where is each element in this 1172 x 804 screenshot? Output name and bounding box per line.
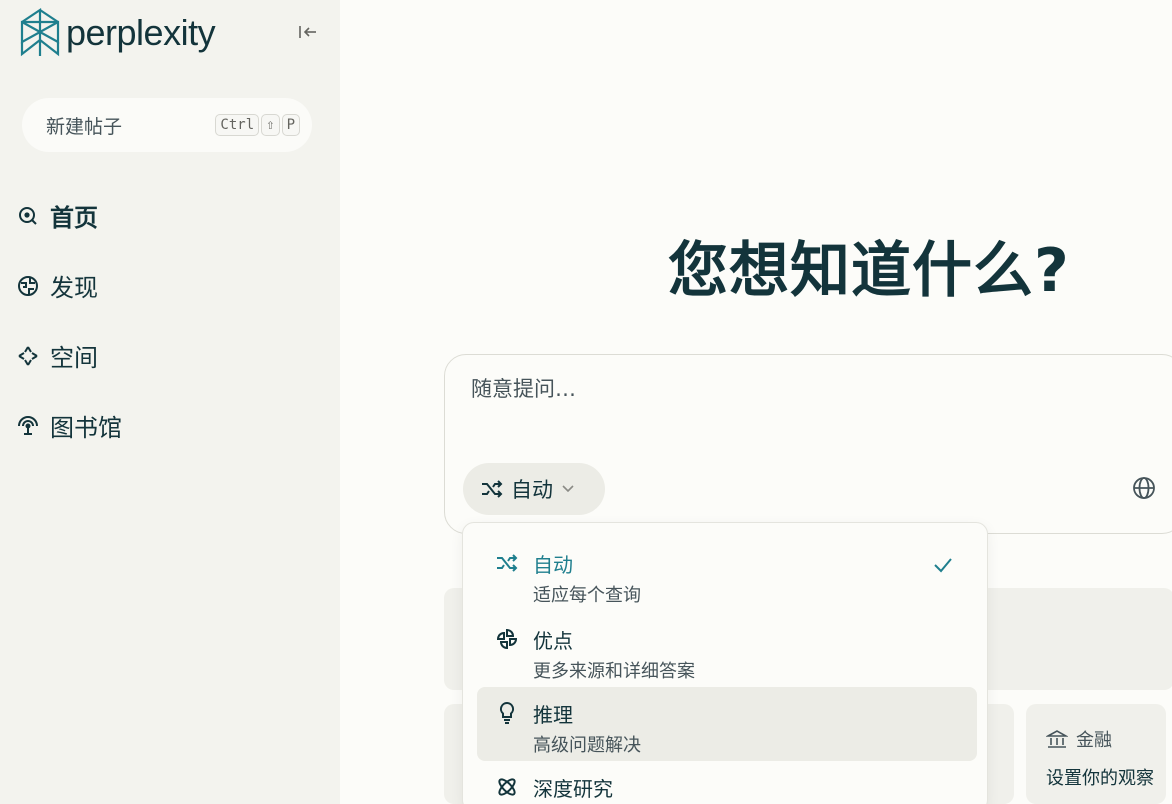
shortcut-key-ctrl: Ctrl — [215, 114, 260, 136]
shortcut-key-p: P — [281, 114, 300, 136]
pro-icon — [496, 628, 518, 650]
sidebar-item-label: 图书馆 — [50, 414, 122, 442]
mode-option-desc: 更多来源和详细答案 — [533, 661, 695, 682]
sidebar: perplexity 新建帖子 Ctrl ⇧ P 首页 发现 空间 图书馆 — [0, 0, 340, 804]
finance-card-subtitle: 设置你的观察 — [1046, 768, 1154, 789]
mode-option-deep-research[interactable]: 深度研究 — [477, 761, 977, 804]
search-circle-icon — [19, 206, 37, 225]
mode-menu: 自动 适应每个查询 优点 更多来源和详细答案 推理 高级问题解决 深度研究 — [462, 522, 988, 804]
search-input[interactable] — [471, 377, 1071, 401]
perplexity-logo-icon — [20, 8, 60, 57]
mode-option-desc: 高级问题解决 — [533, 735, 641, 756]
finance-card[interactable]: 金融 设置你的观察 — [1026, 704, 1166, 804]
globe-icon — [18, 275, 38, 296]
shuffle-icon — [482, 480, 503, 498]
mode-option-title: 推理 — [533, 703, 573, 727]
sidebar-item-discover[interactable]: 发现 — [16, 268, 98, 303]
mode-selector-label: 自动 — [511, 478, 553, 502]
sparkle-grid-icon — [18, 345, 38, 366]
finance-card-label: 金融 — [1076, 730, 1112, 751]
mode-option-title: 深度研究 — [533, 777, 613, 801]
brand-name: perplexity — [66, 12, 216, 53]
mode-option-title: 自动 — [533, 553, 573, 577]
collapse-sidebar-button[interactable] — [294, 18, 322, 46]
check-icon — [934, 558, 952, 573]
sidebar-item-label: 空间 — [50, 344, 98, 372]
collapse-icon — [299, 26, 316, 38]
library-icon — [18, 415, 38, 435]
new-thread-label: 新建帖子 — [46, 115, 123, 138]
shortcut-hint: Ctrl ⇧ P — [215, 114, 300, 136]
atom-icon — [498, 778, 516, 796]
sidebar-item-home[interactable]: 首页 — [16, 198, 98, 233]
search-box: 自动 — [444, 354, 1172, 534]
mode-option-reasoning[interactable]: 推理 高级问题解决 — [477, 687, 977, 761]
sidebar-item-label: 首页 — [50, 204, 98, 232]
mode-option-title: 优点 — [533, 629, 573, 653]
shuffle-icon — [497, 554, 518, 572]
globe-icon — [1133, 477, 1155, 499]
mode-option-desc: 适应每个查询 — [533, 585, 641, 606]
mode-option-pro[interactable]: 优点 更多来源和详细答案 — [477, 613, 977, 687]
lightbulb-icon — [499, 701, 515, 724]
page-title: 您想知道什么? — [668, 236, 1070, 306]
shortcut-key-shift: ⇧ — [261, 114, 280, 136]
finance-card-title: 金融 — [1046, 726, 1112, 752]
chevron-down-icon — [562, 485, 574, 493]
bank-icon — [1046, 730, 1068, 748]
sources-button[interactable] — [1131, 475, 1157, 501]
sidebar-item-library[interactable]: 图书馆 — [16, 408, 122, 443]
new-thread-button[interactable]: 新建帖子 Ctrl ⇧ P — [22, 98, 312, 152]
sidebar-item-label: 发现 — [50, 274, 98, 302]
mode-selector-button[interactable]: 自动 — [463, 463, 605, 515]
sidebar-item-spaces[interactable]: 空间 — [16, 338, 98, 373]
logo[interactable]: perplexity — [18, 8, 216, 58]
mode-option-auto[interactable]: 自动 适应每个查询 — [477, 537, 977, 611]
